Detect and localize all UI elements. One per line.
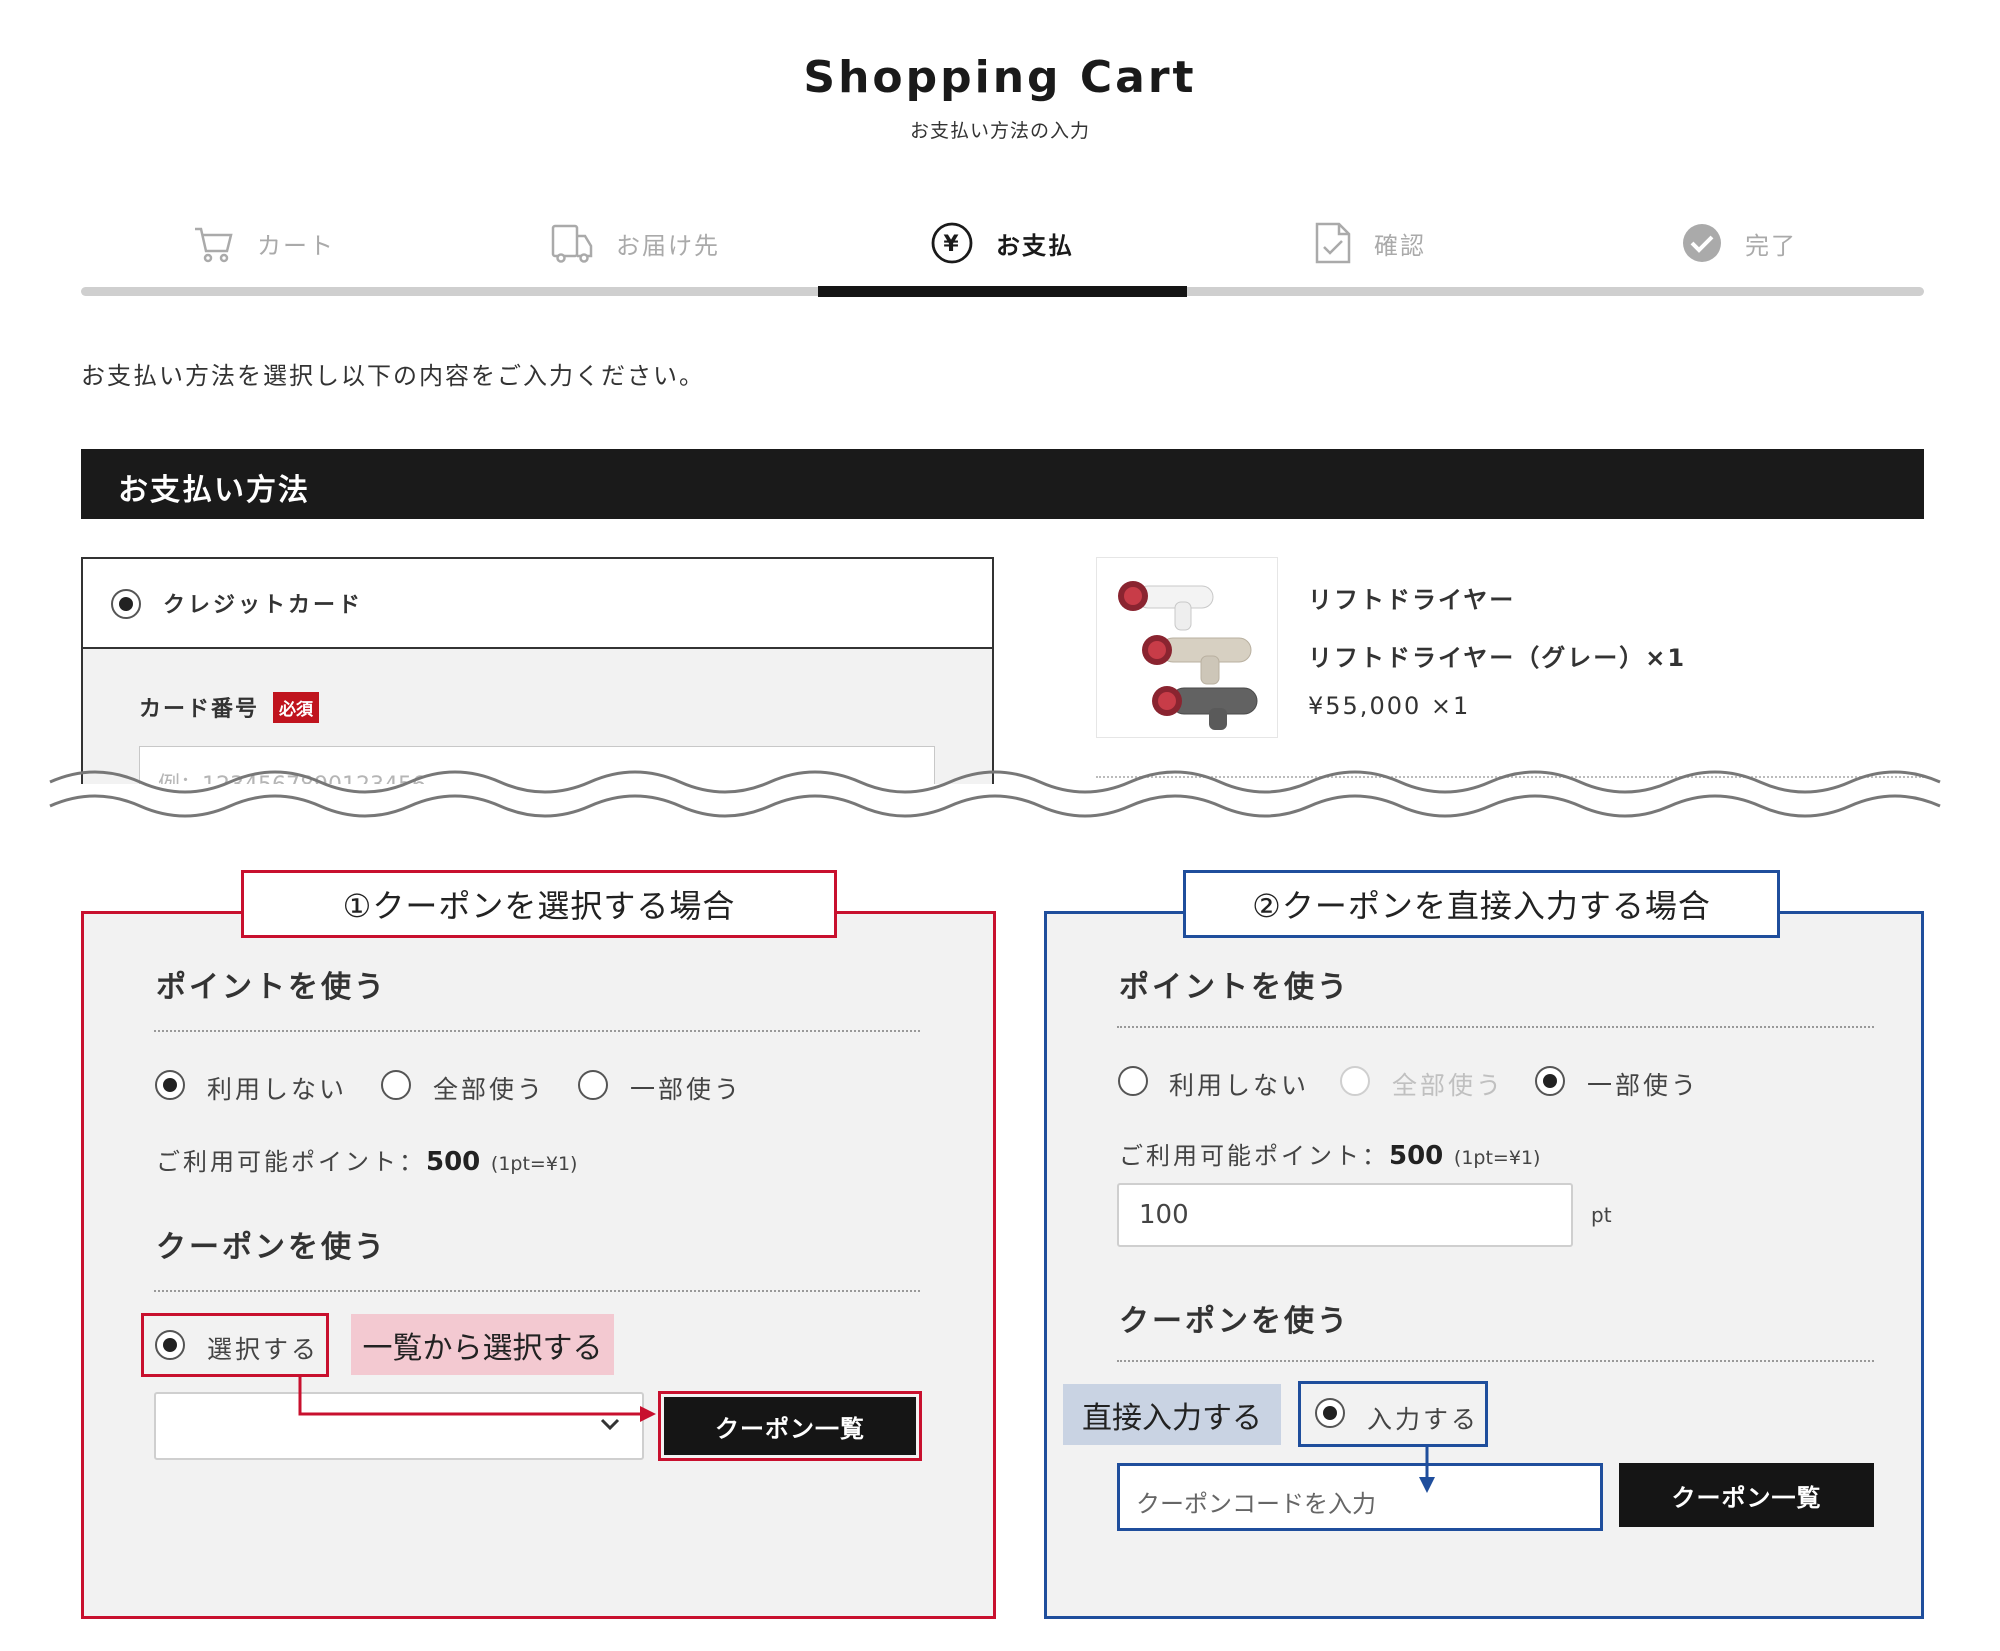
coupon-list-button[interactable]: クーポン一覧 [1619,1463,1874,1527]
select-from-list-annotation: 一覧から選択する [351,1314,614,1375]
step-complete: 完了 [1681,218,1797,268]
points-partial-label: 一部使う [630,1075,743,1104]
points-partial-radio[interactable] [1535,1066,1565,1096]
step-label-payment: お支払 [996,231,1074,260]
coupon-input-label: 入力する [1367,1405,1480,1434]
coupon-list-button[interactable]: クーポン一覧 [664,1397,916,1455]
points-none-radio[interactable] [1118,1066,1148,1096]
step-cart: カート [193,218,335,268]
divider [1117,1026,1874,1028]
instruction-text: お支払い方法を選択し以下の内容をご入力ください。 [81,362,705,390]
step-delivery: お届け先 [550,218,720,268]
available-points-value: 500 [426,1147,481,1177]
check-circle-icon [1681,222,1723,264]
coupon-list-button-highlight: クーポン一覧 [658,1391,922,1461]
yen-circle-icon: ¥ [930,221,974,265]
coupon-input-radio[interactable] [1315,1398,1345,1428]
available-points: ご利用可能ポイント：500 (1pt=¥1) [1119,1136,1540,1171]
card-number-label: カード番号 [139,697,260,722]
points-heading: ポイントを使う [1119,970,1350,1005]
step-label-complete: 完了 [1745,231,1797,260]
step-confirm: 確認 [1314,218,1426,268]
points-all-radio[interactable] [381,1070,411,1100]
arrow-connector-blue [1419,1447,1435,1493]
product-name: リフトドライヤー [1308,586,1516,614]
section-title: お支払い方法 [118,473,310,508]
points-rate: (1pt=¥1) [490,1153,578,1175]
credit-card-option[interactable]: クレジットカード [83,559,992,649]
step-label-delivery: お届け先 [616,231,720,260]
coupon-code-placeholder: クーポンコードを入力 [1136,1490,1376,1518]
points-heading: ポイントを使う [156,970,387,1005]
panel-direct-label: ②クーポンを直接入力する場合 [1183,870,1780,938]
points-all-label: 全部使う [1392,1071,1505,1100]
available-points: ご利用可能ポイント：500 (1pt=¥1) [156,1142,577,1177]
step-label-cart: カート [257,231,335,260]
step-label-confirm: 確認 [1374,231,1426,260]
divider [154,1030,920,1032]
points-none-label: 利用しない [1169,1071,1310,1100]
direct-input-annotation: 直接入力する [1063,1384,1281,1445]
page-break-wave [0,770,2000,824]
credit-card-label: クレジットカード [163,593,364,618]
coupon-select-radio[interactable] [155,1330,185,1360]
coupon-heading: クーポンを使う [156,1230,387,1265]
credit-card-radio[interactable] [111,589,141,619]
points-all-label: 全部使う [433,1075,546,1104]
page-subtitle: お支払い方法の入力 [909,120,1090,142]
points-none-radio[interactable] [155,1070,185,1100]
arrow-connector-red [298,1376,656,1422]
available-points-value: 500 [1389,1141,1444,1171]
points-amount-input[interactable]: 100 [1117,1183,1573,1247]
available-points-prefix: ご利用可能ポイント： [156,1148,426,1176]
product-variant: リフトドライヤー（グレー）×1 [1308,644,1687,672]
product-price: ¥55,000 ×1 [1308,692,1471,720]
cart-icon [193,223,235,263]
points-unit: pt [1591,1203,1612,1227]
divider [1117,1360,1874,1362]
available-points-prefix: ご利用可能ポイント： [1119,1142,1389,1170]
progress-current-step [818,286,1187,297]
divider [154,1290,920,1292]
product-image [1096,557,1278,738]
section-header-bar [81,449,1924,519]
document-check-icon [1314,221,1352,265]
points-rate: (1pt=¥1) [1453,1147,1541,1169]
coupon-heading: クーポンを使う [1119,1304,1350,1339]
svg-text:¥: ¥ [943,232,960,257]
page-title: Shopping Cart [803,52,1197,103]
coupon-code-input[interactable]: クーポンコードを入力 [1117,1463,1603,1531]
step-payment: ¥ お支払 [930,218,1074,268]
points-partial-radio[interactable] [578,1070,608,1100]
points-partial-label: 一部使う [1587,1071,1700,1100]
required-badge: 必須 [273,691,320,723]
coupon-select-label: 選択する [207,1335,320,1364]
points-none-label: 利用しない [207,1075,348,1104]
panel-select-label: ①クーポンを選択する場合 [241,870,837,938]
points-all-radio[interactable] [1340,1066,1370,1096]
delivery-truck-icon [550,222,594,264]
